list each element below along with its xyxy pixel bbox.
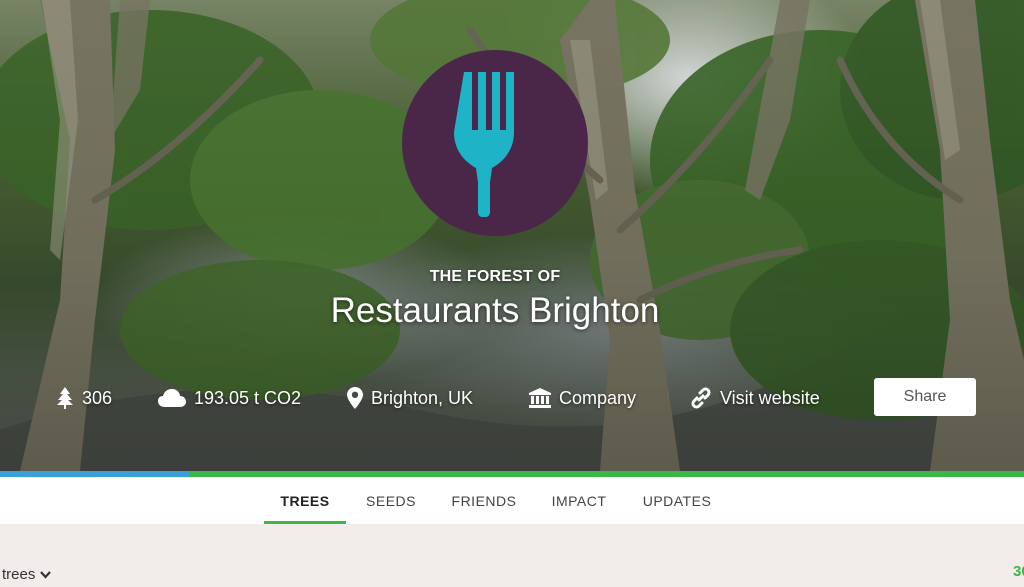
- tab-friends[interactable]: FRIENDS: [446, 477, 522, 524]
- tab-trees[interactable]: TREES: [264, 477, 346, 524]
- stat-type: Company: [529, 381, 636, 415]
- visit-website-label[interactable]: Visit website: [720, 388, 820, 409]
- tree-count: 306: [1013, 563, 1024, 580]
- fork-icon: [454, 72, 514, 217]
- chevron-down-icon: [40, 570, 52, 579]
- tab-impact[interactable]: IMPACT: [546, 477, 612, 524]
- page-title: Restaurants Brighton: [330, 291, 660, 330]
- filter-label: trees: [2, 566, 36, 583]
- forest-stats: 306 193.05 t CO2 Brighton, UK Company Vi…: [0, 381, 1024, 415]
- map-pin-icon: [347, 387, 363, 409]
- cloud-icon: [158, 388, 186, 408]
- share-button[interactable]: Share: [874, 378, 976, 416]
- stat-co2: 193.05 t CO2: [158, 381, 301, 415]
- forest-kicker: THE FOREST OF: [429, 268, 561, 285]
- building-icon: [529, 388, 551, 408]
- stat-co2-value: 193.05 t CO2: [194, 387, 302, 408]
- stat-location-value: Brighton, UK: [371, 387, 474, 408]
- tab-seeds[interactable]: SEEDS: [360, 477, 422, 524]
- stat-trees-value: 306: [82, 387, 113, 408]
- visit-website-link[interactable]: Visit website: [690, 381, 820, 415]
- tab-content: trees 306: [0, 524, 1024, 587]
- tab-updates[interactable]: UPDATES: [636, 477, 718, 524]
- forest-hero: THE FOREST OF Restaurants Brighton 306 1…: [0, 0, 1024, 471]
- forest-logo: [402, 50, 588, 236]
- tree-icon: [56, 387, 74, 409]
- link-icon: [690, 387, 712, 409]
- forest-tabs: TREES SEEDS FRIENDS IMPACT UPDATES: [0, 477, 1024, 524]
- stat-type-value: Company: [559, 387, 637, 408]
- trees-filter-dropdown[interactable]: trees: [2, 566, 52, 583]
- stat-trees: 306: [56, 381, 112, 415]
- stat-location: Brighton, UK: [347, 381, 473, 415]
